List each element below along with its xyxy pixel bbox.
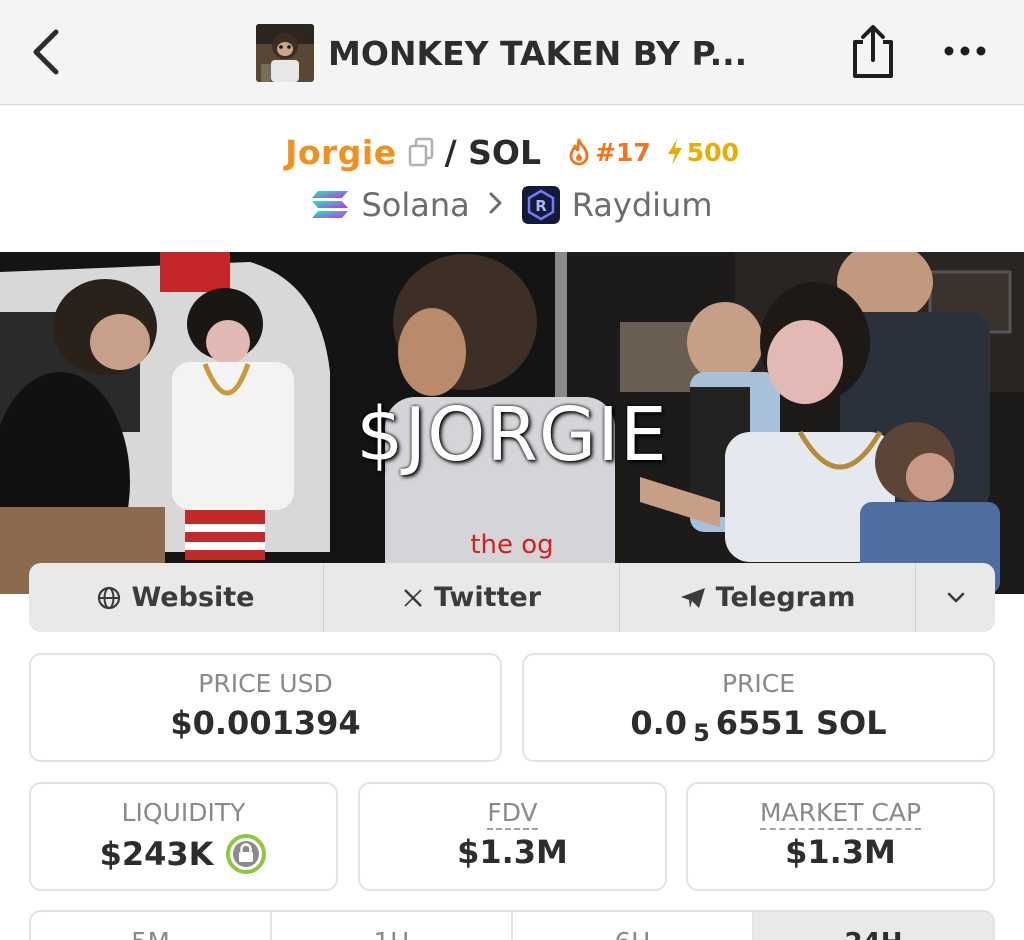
dex-name[interactable]: Raydium [572,186,713,224]
token-avatar [256,24,314,82]
price-usd-value: $0.001394 [170,704,361,742]
back-button[interactable] [26,24,72,80]
page-title: MONKEY TAKEN BY P... [328,33,748,73]
liquidity-value: $243K [99,835,214,873]
fdv-label: FDV [487,798,538,830]
price-native-card: PRICE 0.0 5 6551 SOL [522,653,995,762]
globe-icon [98,586,121,609]
market-cap-label-wrap: MARKET CAP [688,798,993,830]
more-options-button[interactable] [940,36,990,66]
chain-name[interactable]: Solana [361,186,469,224]
price-prefix: 0.0 [630,704,688,742]
liquidity-value-row: $243K [31,833,336,875]
lightning-icon [667,139,682,165]
svg-text:R: R [535,197,547,215]
price-native-label: PRICE [721,669,796,698]
trending-rank-value: #17 [595,137,651,167]
tab-24h[interactable]: 24H [754,912,993,940]
website-label: Website [131,582,255,613]
token-symbol: Jorgie [285,132,397,172]
quote-symbol: / SOL [444,132,541,172]
boost-value: 500 [686,137,739,167]
tab-6h[interactable]: 6H [513,912,754,940]
copy-icon[interactable] [407,137,435,167]
ellipsis-icon [944,46,986,56]
telegram-button[interactable]: Telegram [620,563,916,632]
share-icon [853,25,893,78]
banner-headline: $JORGIE [356,392,668,478]
flame-icon [569,138,589,166]
twitter-button[interactable]: Twitter [324,563,620,632]
chain-dex-row: Solana R Raydium [0,182,1024,228]
social-links-bar: Website Twitter Telegram [29,563,995,632]
x-logo-icon [404,588,422,607]
price-suffix: 6551 SOL [715,704,887,742]
share-button[interactable] [848,22,898,82]
price-zero-count: 5 [693,719,710,747]
fdv-label-wrap: FDV [360,798,665,830]
boost-badge[interactable]: 500 [665,138,739,167]
chevron-left-icon [33,29,59,75]
tab-1h[interactable]: 1H [272,912,513,940]
liquidity-label: LIQUIDITY [121,798,246,827]
tab-5m[interactable]: 5M [31,912,272,940]
trending-rank-badge[interactable]: #17 [567,138,651,167]
price-native-value: 0.0 5 6551 SOL [524,704,993,747]
chevron-right-icon [488,189,504,222]
market-cap-value: $1.3M [785,833,896,871]
banner-caption: the og [470,530,554,560]
lock-icon[interactable] [225,833,267,875]
chevron-down-icon [947,592,964,602]
fdv-value: $1.3M [457,833,568,871]
solana-icon [312,191,349,218]
market-cap-card[interactable]: MARKET CAP $1.3M [686,782,995,891]
more-links-toggle[interactable] [916,563,995,632]
liquidity-card: LIQUIDITY $243K [29,782,338,891]
nav-title-group: MONKEY TAKEN BY P... [256,24,747,82]
fdv-card[interactable]: FDV $1.3M [358,782,667,891]
telegram-label: Telegram [715,582,856,613]
timeframe-tabs: 5M 1H 6H 24H [29,910,995,940]
website-button[interactable]: Website [29,563,324,632]
paper-plane-icon [680,587,705,608]
twitter-label: Twitter [433,582,542,613]
market-cap-label: MARKET CAP [759,798,922,830]
raydium-icon: R [521,186,560,224]
top-nav-bar: MONKEY TAKEN BY P... [0,0,1024,105]
pair-header: Jorgie / SOL #17 500 [0,128,1024,176]
price-usd-label: PRICE USD [198,669,333,698]
price-usd-card: PRICE USD $0.001394 [29,653,502,762]
